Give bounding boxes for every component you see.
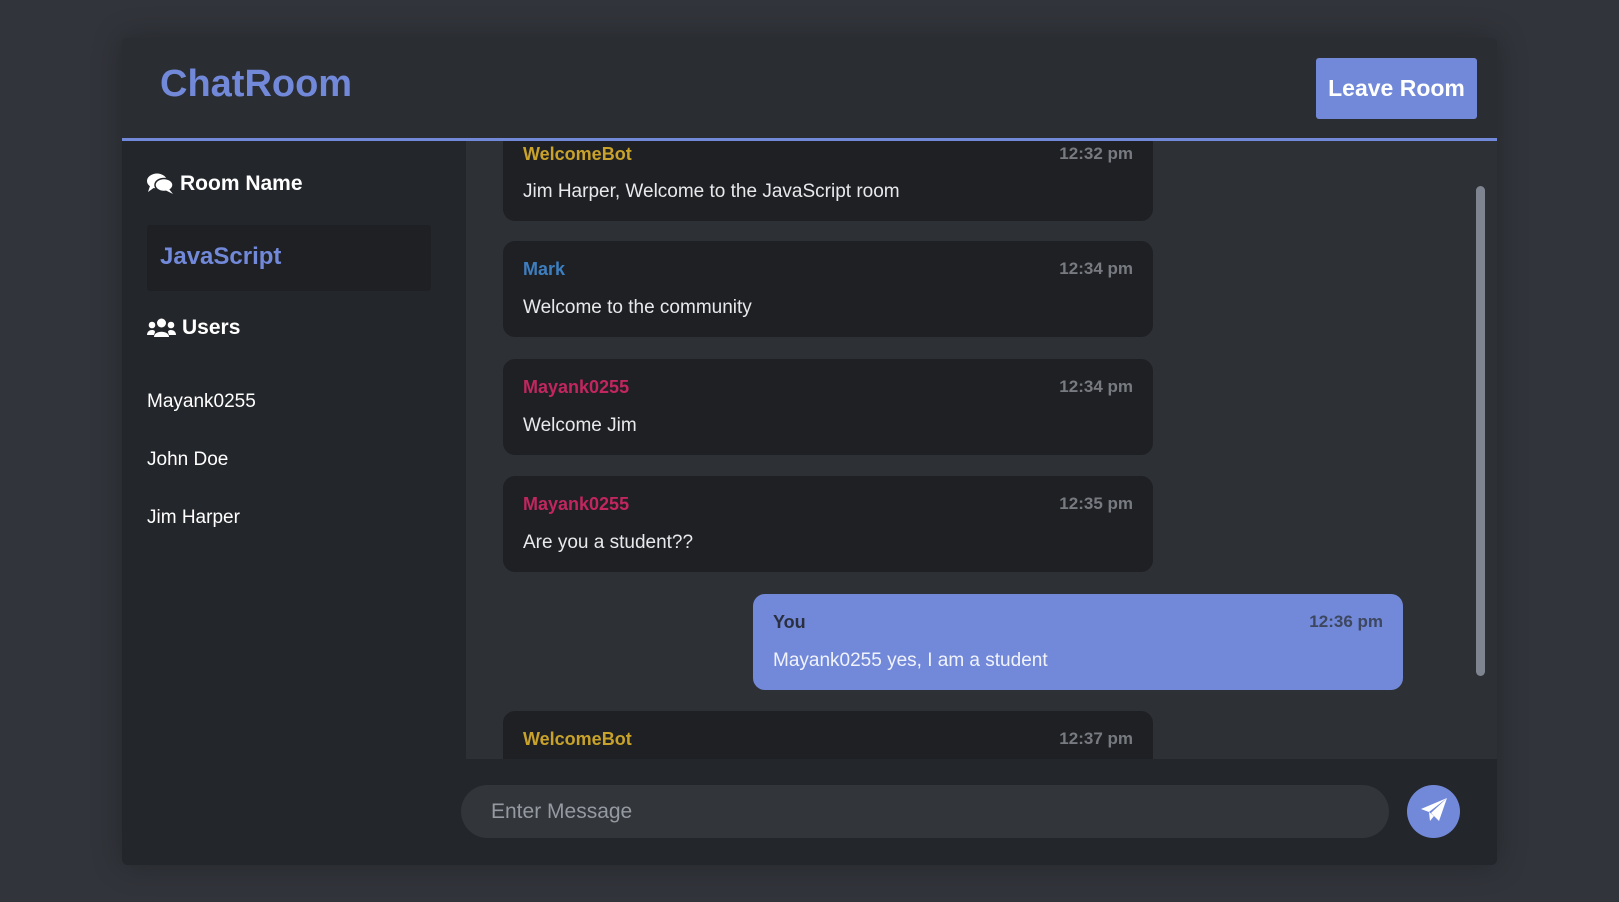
message-text: Welcome to the community xyxy=(523,297,752,318)
message-time: 12:32 pm xyxy=(1059,144,1133,163)
user-item: Mayank0255 xyxy=(147,391,256,412)
message-time: 12:35 pm xyxy=(1059,494,1133,513)
messages-panel[interactable]: WelcomeBot 12:32 pm Jim Harper, Welcome … xyxy=(466,141,1497,759)
message-author: WelcomeBot xyxy=(523,144,632,164)
leave-room-button[interactable]: Leave Room xyxy=(1316,58,1477,119)
message-time: 12:37 pm xyxy=(1059,729,1133,748)
chat-app: ChatRoom Leave Room Room Name JavaScript xyxy=(122,38,1497,865)
messages-scrollbar[interactable] xyxy=(1476,186,1485,676)
message-text: Welcome Jim xyxy=(523,415,637,436)
sidebar: Room Name JavaScript Users Mayank0255 Jo… xyxy=(122,141,466,865)
room-heading: Room Name xyxy=(147,172,303,196)
paper-plane-icon xyxy=(1420,797,1448,826)
users-icon xyxy=(147,317,176,339)
room-name: JavaScript xyxy=(160,243,282,270)
message-author: Mark xyxy=(523,259,566,279)
user-item: Jim Harper xyxy=(147,507,240,528)
comments-icon xyxy=(147,173,174,195)
room-name-box: JavaScript xyxy=(147,225,431,291)
message-text: Are you a student?? xyxy=(523,532,694,553)
message-author: WelcomeBot xyxy=(523,729,632,749)
users-heading-label: Users xyxy=(182,316,241,339)
header: ChatRoom Leave Room xyxy=(122,38,1497,141)
message-bubble: Mark 12:34 pm Welcome to the community xyxy=(503,241,1153,337)
message-input[interactable] xyxy=(461,785,1389,838)
message-bubble: WelcomeBot 12:32 pm Jim Harper, Welcome … xyxy=(503,141,1153,221)
room-heading-label: Room Name xyxy=(180,172,303,195)
message-bubble: Mayank0255 12:35 pm Are you a student?? xyxy=(503,476,1153,572)
app-title: ChatRoom xyxy=(160,63,353,105)
message-time: 12:36 pm xyxy=(1309,612,1383,631)
users-list: Mayank0255 John Doe Jim Harper xyxy=(147,391,256,565)
message-author: Mayank0255 xyxy=(523,377,630,397)
user-item: John Doe xyxy=(147,449,229,470)
message-time: 12:34 pm xyxy=(1059,259,1133,278)
message-author: You xyxy=(773,612,806,632)
composer xyxy=(461,759,1497,865)
users-heading: Users xyxy=(147,316,240,340)
message-text: Jim Harper, Welcome to the JavaScript ro… xyxy=(523,181,900,202)
message-bubble: WelcomeBot 12:37 pm xyxy=(503,711,1153,759)
message-bubble: Mayank0255 12:34 pm Welcome Jim xyxy=(503,359,1153,455)
send-button[interactable] xyxy=(1407,785,1460,838)
message-text: Mayank0255 yes, I am a student xyxy=(773,650,1048,671)
message-time: 12:34 pm xyxy=(1059,377,1133,396)
message-author: Mayank0255 xyxy=(523,494,630,514)
own-message-bubble: You 12:36 pm Mayank0255 yes, I am a stud… xyxy=(753,594,1403,690)
